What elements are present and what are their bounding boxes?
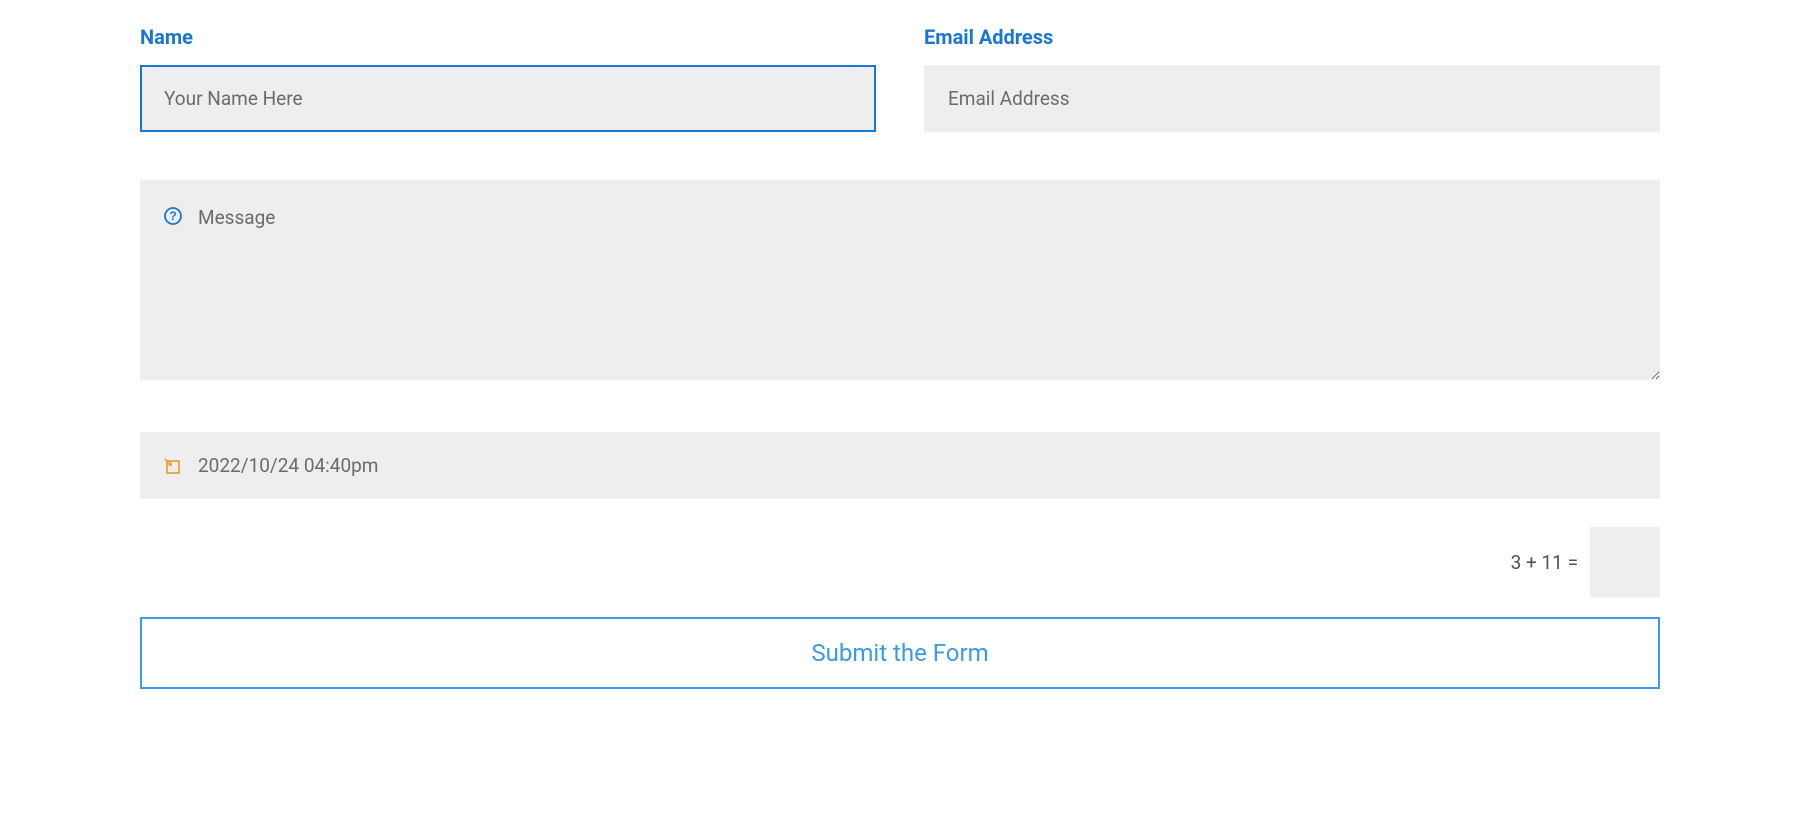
- name-input[interactable]: [140, 65, 876, 132]
- submit-button[interactable]: Submit the Form: [140, 617, 1660, 689]
- datetime-field-group: [140, 432, 1660, 499]
- datetime-input[interactable]: [140, 432, 1660, 499]
- email-input[interactable]: [924, 65, 1660, 132]
- captcha-question: 3 + 11 =: [1511, 551, 1578, 574]
- form-row-top: Name Email Address: [140, 25, 1660, 132]
- captcha-row: 3 + 11 =: [140, 527, 1660, 597]
- message-field-group: ?: [140, 180, 1660, 384]
- email-label: Email Address: [924, 25, 1660, 49]
- captcha-input[interactable]: [1590, 527, 1660, 597]
- name-field-group: Name: [140, 25, 876, 132]
- contact-form: Name Email Address ? 3 + 11 =: [140, 25, 1660, 689]
- name-label: Name: [140, 25, 876, 49]
- message-input[interactable]: [140, 180, 1660, 380]
- email-field-group: Email Address: [924, 25, 1660, 132]
